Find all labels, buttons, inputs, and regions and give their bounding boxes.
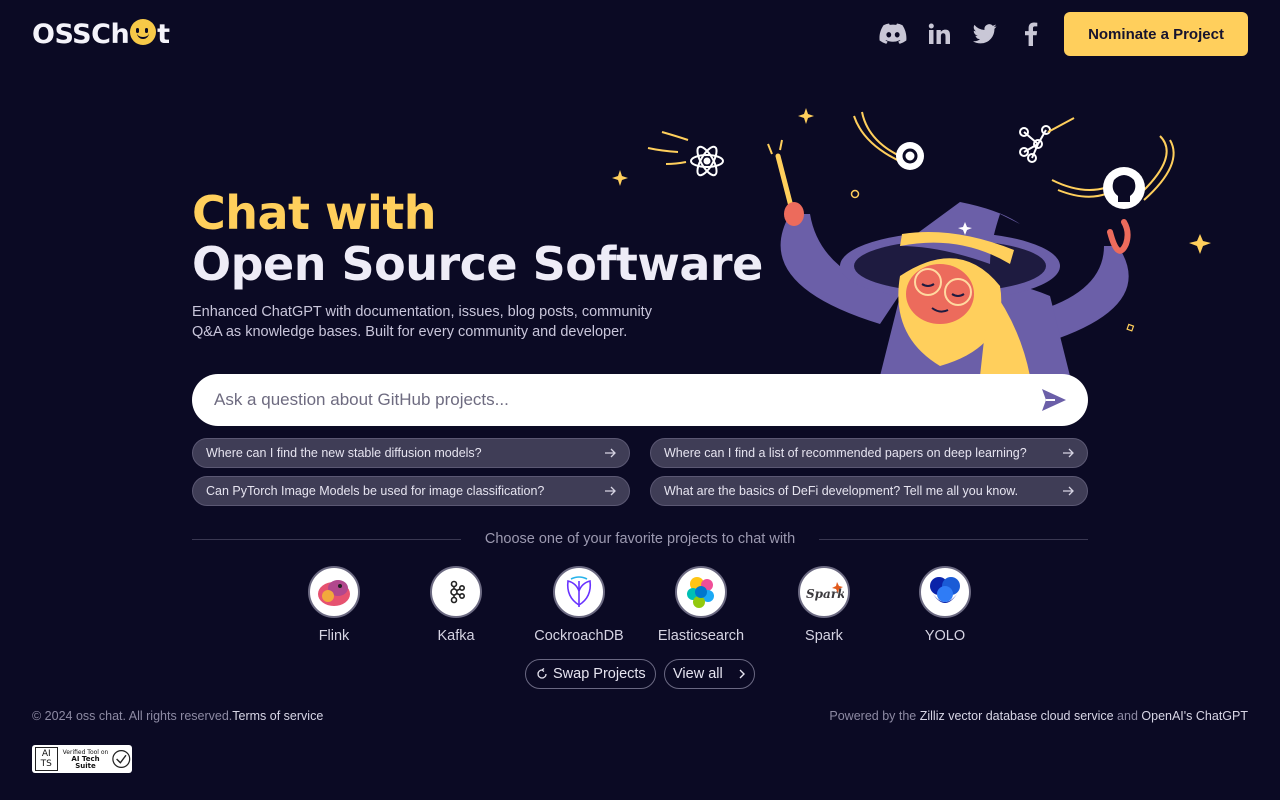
top-header: OSSCh t Nominate a Project bbox=[0, 0, 1280, 68]
ai-tech-suite-badge[interactable]: AI TS Verified Tool on AI Tech Suite bbox=[32, 745, 132, 773]
ai-ts-logo: AI TS bbox=[35, 747, 58, 771]
badge-big-text: AI Tech Suite bbox=[71, 754, 100, 770]
refresh-icon bbox=[537, 668, 547, 679]
suggestion-text: Where can I find the new stable diffusio… bbox=[206, 446, 482, 460]
project-elasticsearch[interactable]: Elasticsearch bbox=[646, 566, 756, 644]
chevron-right-icon bbox=[739, 669, 745, 679]
twitter-icon[interactable] bbox=[971, 20, 999, 48]
suggestion-text: Can PyTorch Image Models be used for ima… bbox=[206, 484, 545, 498]
openai-link[interactable]: OpenAI's ChatGPT bbox=[1141, 709, 1248, 723]
suggestion-text: What are the basics of DeFi development?… bbox=[664, 484, 1019, 498]
swap-projects-button[interactable]: Swap Projects bbox=[525, 659, 656, 689]
project-cockroachdb[interactable]: CockroachDB bbox=[524, 566, 634, 644]
project-yolo[interactable]: YOLO bbox=[890, 566, 1000, 644]
send-icon[interactable] bbox=[1040, 387, 1068, 413]
project-name: CockroachDB bbox=[534, 628, 624, 644]
logo-text-start: OSSCh bbox=[32, 18, 130, 50]
smiley-face-icon bbox=[130, 19, 157, 45]
arrow-right-icon bbox=[1063, 448, 1074, 458]
powered-prefix: Powered by the bbox=[829, 709, 920, 723]
badge-text: Verified Tool on AI Tech Suite bbox=[62, 749, 110, 770]
osschat-logo[interactable]: OSSCh t bbox=[32, 18, 170, 50]
terms-of-service-link[interactable]: Terms of service bbox=[232, 709, 323, 723]
suggestion-chip[interactable]: Where can I find the new stable diffusio… bbox=[192, 438, 630, 468]
search-input[interactable] bbox=[214, 390, 1014, 410]
elasticsearch-logo-icon bbox=[675, 566, 727, 618]
project-flink[interactable]: Flink bbox=[279, 566, 389, 644]
cockroachdb-logo-icon bbox=[553, 566, 605, 618]
arrow-right-icon bbox=[605, 448, 616, 458]
project-name: Elasticsearch bbox=[657, 628, 745, 644]
suggestion-text: Where can I find a list of recommended p… bbox=[664, 446, 1027, 460]
projects-heading: Choose one of your favorite projects to … bbox=[484, 531, 796, 547]
view-all-label: View all bbox=[673, 666, 723, 682]
flink-logo-icon bbox=[308, 566, 360, 618]
facebook-icon[interactable] bbox=[1017, 20, 1045, 48]
nominate-project-button[interactable]: Nominate a Project bbox=[1064, 12, 1248, 56]
suggestion-chip[interactable]: Can PyTorch Image Models be used for ima… bbox=[192, 476, 630, 506]
footer-powered-by: Powered by the Zilliz vector database cl… bbox=[829, 709, 1248, 723]
logo-text-end: t bbox=[157, 18, 170, 50]
project-name: YOLO bbox=[924, 628, 966, 644]
project-spark[interactable]: Spark Spark bbox=[769, 566, 879, 644]
project-kafka[interactable]: Kafka bbox=[401, 566, 511, 644]
footer-copyright: © 2024 oss chat. All rights reserved.Ter… bbox=[32, 709, 323, 723]
suggestion-chip[interactable]: Where can I find a list of recommended p… bbox=[650, 438, 1088, 468]
copyright-text: © 2024 oss chat. All rights reserved. bbox=[32, 709, 233, 723]
discord-icon[interactable] bbox=[879, 20, 907, 48]
project-name: Flink bbox=[318, 628, 350, 644]
divider-right bbox=[819, 539, 1088, 540]
linkedin-icon[interactable] bbox=[925, 20, 953, 48]
view-all-button[interactable]: View all bbox=[664, 659, 755, 689]
swap-projects-label: Swap Projects bbox=[553, 666, 646, 682]
yolo-logo-icon bbox=[919, 566, 971, 618]
divider-left bbox=[192, 539, 461, 540]
zilliz-link[interactable]: Zilliz vector database cloud service bbox=[920, 709, 1114, 723]
verified-check-icon bbox=[112, 749, 131, 769]
spark-logo-icon: Spark bbox=[798, 566, 850, 618]
project-name: Kafka bbox=[437, 628, 475, 644]
kafka-logo-icon bbox=[430, 566, 482, 618]
arrow-right-icon bbox=[605, 486, 616, 496]
and-text: and bbox=[1113, 709, 1142, 723]
wizard-illustration bbox=[600, 96, 1240, 376]
arrow-right-icon bbox=[1063, 486, 1074, 496]
suggestion-chip[interactable]: What are the basics of DeFi development?… bbox=[650, 476, 1088, 506]
project-name: Spark bbox=[805, 628, 843, 644]
search-bar bbox=[192, 374, 1088, 426]
